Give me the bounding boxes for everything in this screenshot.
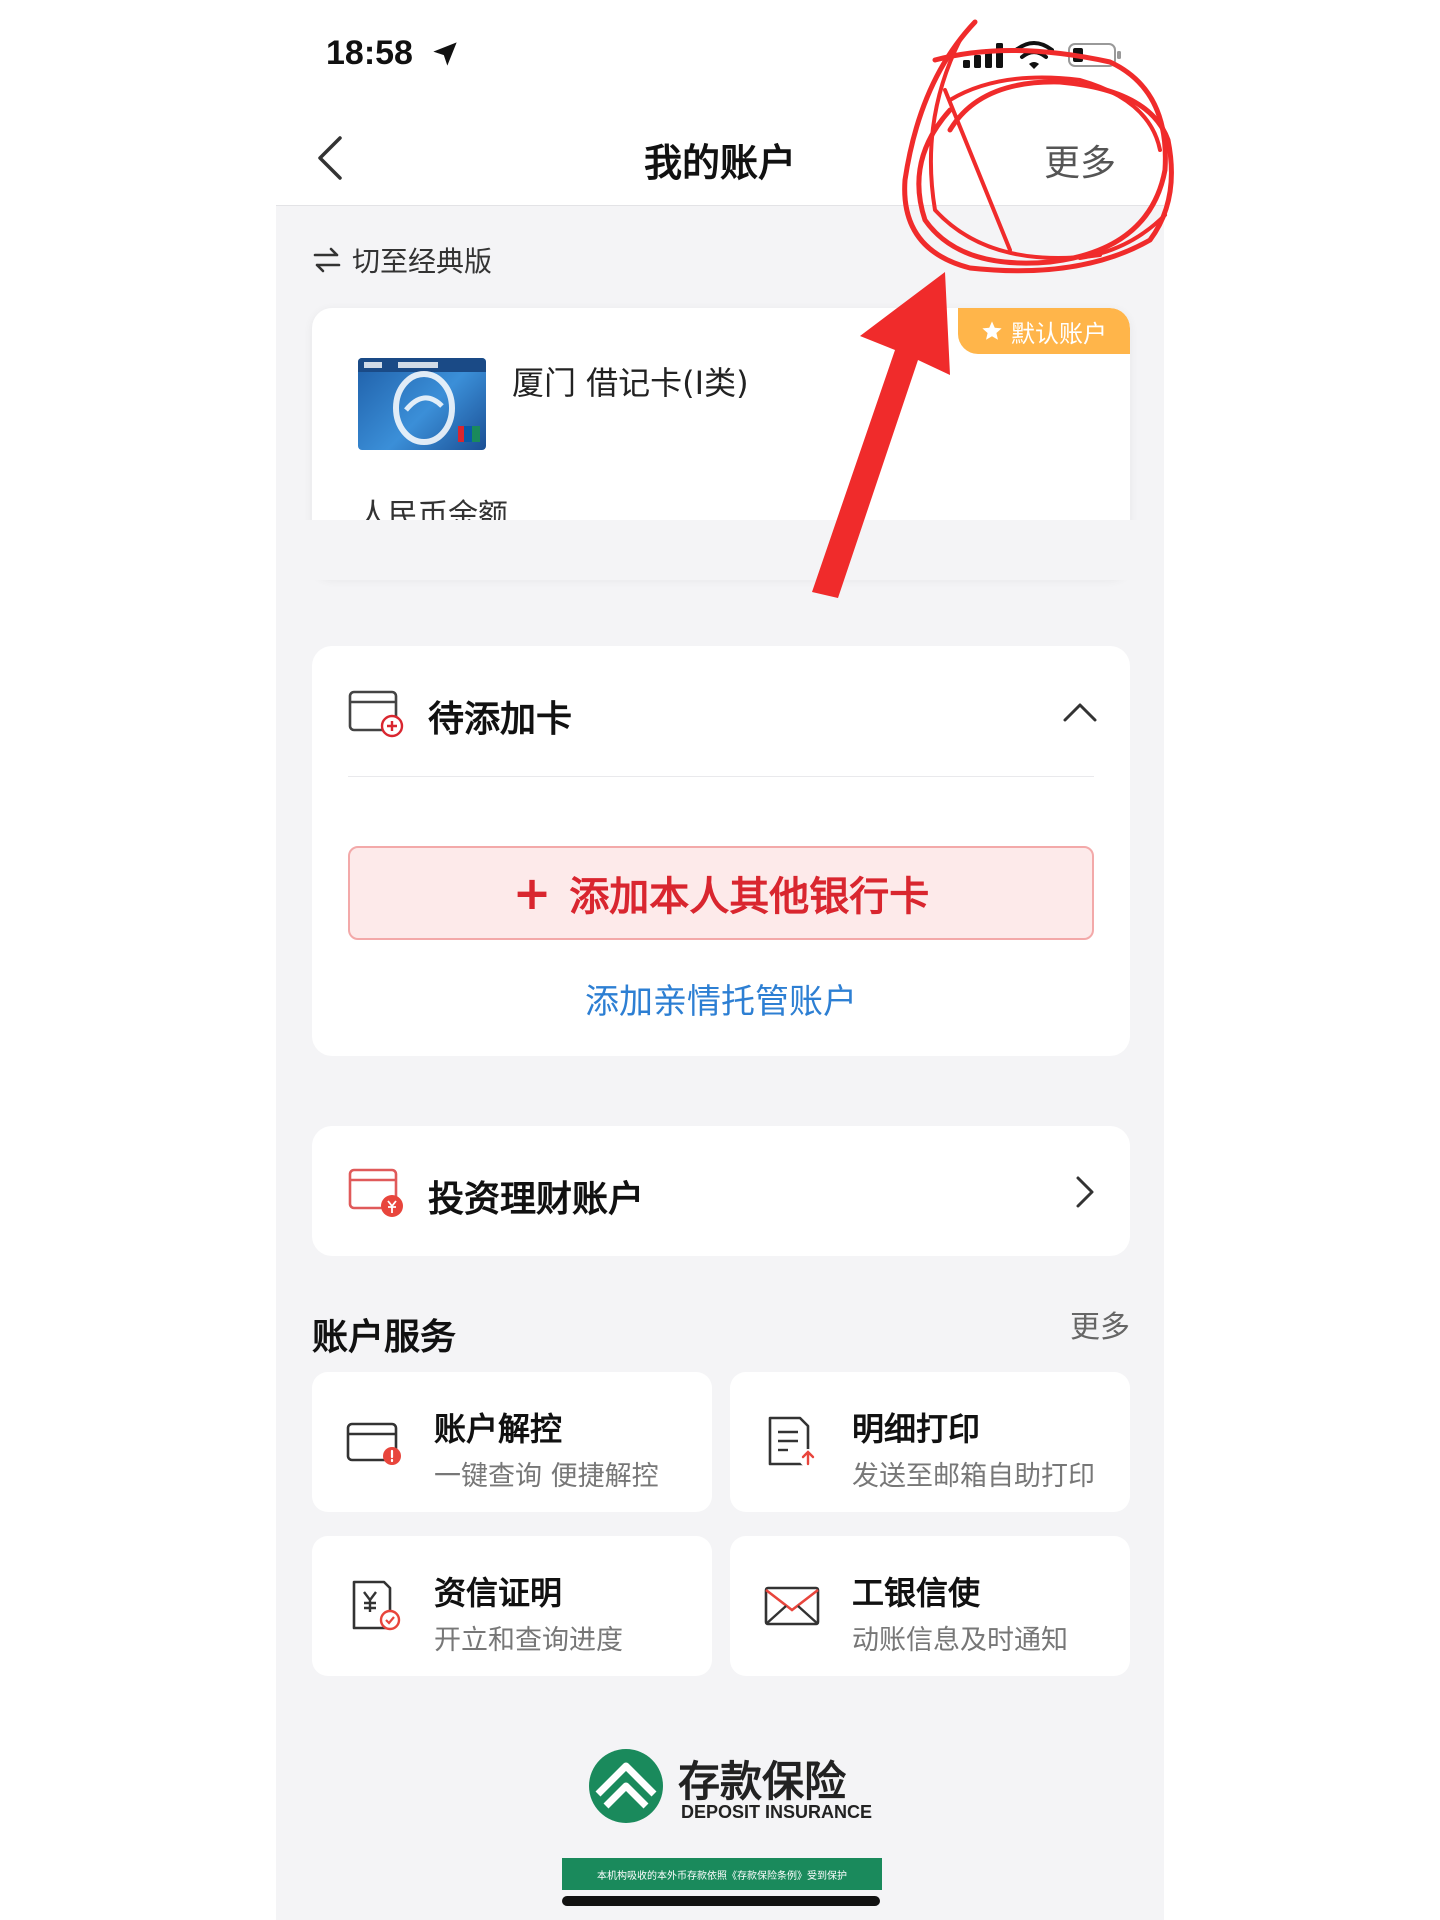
- card-alert-icon: [346, 1422, 401, 1465]
- credit-certificate-icon: [352, 1580, 401, 1631]
- account-name: 厦门 借记卡(Ⅰ类): [512, 364, 749, 402]
- service-name: 资信证明: [434, 1574, 563, 1612]
- plus-icon: +: [512, 866, 552, 920]
- add-other-bank-card-label: 添加本人其他银行卡: [569, 874, 930, 920]
- deposit-insurance-english: DEPOSIT INSURANCE: [681, 1802, 873, 1822]
- deposit-insurance-notice: 本机构吸收的本外币存款依照《存款保险条例》受到保护: [562, 1858, 882, 1890]
- service-tile-icbc-messenger[interactable]: 工银信使 动账信息及时通知: [730, 1536, 1130, 1676]
- service-tile-credit-certificate[interactable]: 资信证明 开立和查询进度: [312, 1536, 712, 1676]
- page-title: 我的账户: [643, 141, 796, 185]
- service-desc: 发送至邮箱自助打印: [852, 1461, 1095, 1492]
- nav-more-button[interactable]: 更多: [1044, 134, 1116, 186]
- add-card-icon: [348, 690, 404, 738]
- service-tile-statement-print[interactable]: 明细打印 发送至邮箱自助打印: [730, 1372, 1130, 1512]
- chevron-right-icon: [1076, 1176, 1094, 1208]
- pending-cards-title: 待添加卡: [428, 699, 573, 740]
- service-desc: 一键查询 便捷解控: [434, 1461, 659, 1492]
- bank-card-image: [358, 358, 486, 450]
- service-desc: 开立和查询进度: [434, 1625, 623, 1656]
- services-more-link[interactable]: 更多: [1070, 1302, 1130, 1346]
- investment-account-row[interactable]: 投资理财账户: [312, 1126, 1130, 1256]
- account-services-title: 账户服务: [312, 1317, 457, 1358]
- deposit-insurance-logo-icon: [589, 1749, 663, 1823]
- service-name: 工银信使: [852, 1574, 981, 1612]
- home-indicator[interactable]: [562, 1896, 880, 1906]
- investment-card-icon: [348, 1168, 403, 1217]
- service-name: 明细打印: [852, 1410, 981, 1448]
- phone-screen: 18:58 我的账户 更多 切至经典版 默认账户 厦门 借记卡(Ⅰ类) 人民币余…: [276, 0, 1164, 1920]
- bank-card-logo-icon: [358, 358, 486, 445]
- star-icon: [982, 321, 1002, 340]
- battery-icon: [1068, 43, 1121, 67]
- card-bottom-fade: [276, 520, 1164, 580]
- default-account-label: 默认账户: [1011, 319, 1107, 348]
- pending-cards-panel: 待添加卡 + 添加本人其他银行卡 添加亲情托管账户: [312, 646, 1130, 1056]
- service-tile-account-unblock[interactable]: 账户解控 一键查询 便捷解控: [312, 1372, 712, 1512]
- location-arrow-icon: [433, 42, 457, 66]
- switch-classic-button[interactable]: 切至经典版: [312, 240, 492, 280]
- default-account-badge: 默认账户: [958, 308, 1130, 354]
- wifi-icon: [1014, 41, 1054, 69]
- envelope-icon: [764, 1586, 820, 1626]
- status-bar: 18:58: [276, 0, 1164, 110]
- cellular-signal-icon: [963, 43, 1003, 68]
- add-other-bank-card-button[interactable]: + 添加本人其他银行卡: [348, 846, 1094, 940]
- investment-account-title: 投资理财账户: [428, 1179, 645, 1220]
- nav-bar: 我的账户 更多: [276, 110, 1164, 206]
- document-print-icon: [768, 1416, 817, 1467]
- switch-classic-label: 切至经典版: [352, 245, 493, 278]
- status-time: 18:58: [326, 34, 413, 72]
- service-name: 账户解控: [434, 1410, 563, 1448]
- add-family-account-link[interactable]: 添加亲情托管账户: [312, 974, 1130, 1023]
- chevron-up-icon[interactable]: [1062, 700, 1098, 724]
- divider: [348, 776, 1094, 777]
- service-desc: 动账信息及时通知: [852, 1625, 1068, 1656]
- deposit-insurance-title: 存款保险: [678, 1757, 847, 1806]
- swap-arrows-icon: [313, 247, 341, 273]
